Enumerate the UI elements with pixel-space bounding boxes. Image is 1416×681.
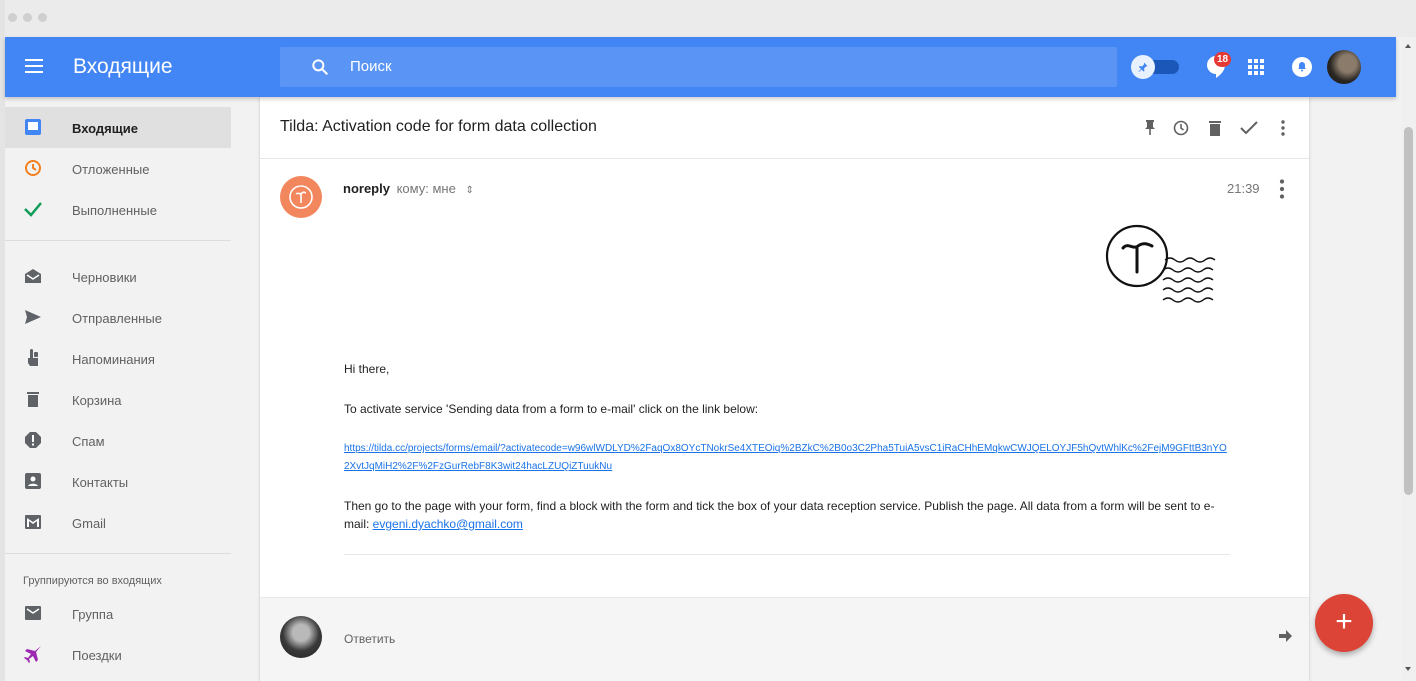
app-bar: Входящие Поиск 18 [5, 37, 1396, 97]
done-icon[interactable] [1239, 118, 1259, 138]
sidebar: Входящие Отложенные Выполненные Черновик… [5, 97, 250, 681]
expand-details-icon[interactable]: ⇕ [465, 185, 473, 196]
pin-toggle[interactable] [1131, 55, 1179, 79]
snooze-icon[interactable] [1171, 118, 1191, 138]
sidebar-divider [5, 553, 231, 554]
pin-icon [1131, 55, 1155, 79]
search-input[interactable]: Поиск [350, 58, 392, 75]
scroll-thumb[interactable] [1404, 127, 1413, 495]
compose-button[interactable]: + [1315, 594, 1373, 652]
window-controls [8, 13, 47, 22]
sender-name[interactable]: noreply [343, 181, 390, 196]
search-icon [312, 59, 328, 75]
email-card: Tilda: Activation code for form data col… [260, 97, 1309, 681]
sender-line: noreply кому: мне ⇕ [343, 181, 474, 196]
sidebar-item-label: Отправленные [72, 311, 162, 326]
app-title: Входящие [73, 55, 173, 78]
group-icon [23, 603, 43, 623]
sidebar-item-label: Черновики [72, 270, 137, 285]
sidebar-item-label: Gmail [72, 516, 106, 531]
check-icon [23, 199, 43, 219]
sidebar-item-snoozed[interactable]: Отложенные [5, 148, 231, 189]
scroll-up-arrow-icon[interactable] [1405, 44, 1411, 48]
sidebar-item-label: Группа [72, 607, 114, 622]
user-avatar[interactable] [1327, 50, 1361, 84]
sidebar-item-inbox[interactable]: Входящие [5, 107, 231, 148]
email-time: 21:39 [1227, 181, 1260, 196]
sidebar-item-trash[interactable]: Корзина [5, 379, 231, 420]
trash-icon[interactable] [1205, 118, 1225, 138]
sidebar-item-label: Спам [72, 434, 105, 449]
sidebar-item-contacts[interactable]: Контакты [5, 461, 231, 502]
email-subject: Tilda: Activation code for form data col… [280, 118, 597, 135]
clock-icon [23, 158, 43, 178]
sidebar-item-spam[interactable]: Спам [5, 420, 231, 461]
sidebar-item-label: Отложенные [72, 162, 150, 177]
email-greeting: Hi there, [344, 362, 390, 376]
more-vert-icon[interactable] [1273, 118, 1293, 138]
forward-arrow-icon[interactable] [1277, 628, 1293, 644]
sidebar-item-done[interactable]: Выполненные [5, 189, 231, 230]
recipient-label: кому: мне [396, 181, 456, 196]
sender-avatar[interactable] [280, 176, 322, 218]
flight-icon [23, 644, 43, 664]
contacts-icon [23, 471, 43, 491]
title-bar [5, 0, 1416, 37]
menu-icon[interactable] [25, 59, 43, 77]
pin-icon[interactable] [1140, 118, 1160, 138]
sidebar-item-label: Напоминания [72, 352, 155, 367]
sidebar-item-trips[interactable]: Поездки [5, 634, 231, 675]
browser-window: Входящие Поиск 18 Входящие Отложенные Вы… [5, 0, 1416, 681]
email-instruction: To activate service 'Sending data from a… [344, 402, 759, 416]
notification-badge: 18 [1214, 52, 1231, 67]
email-closing: Then go to the page with your form, find… [344, 497, 1234, 533]
sidebar-divider [5, 240, 231, 241]
spam-icon [23, 430, 43, 450]
send-icon [23, 307, 43, 327]
activation-link[interactable]: https://tilda.cc/projects/forms/email/?a… [344, 440, 1230, 476]
scrollbar[interactable] [1401, 37, 1416, 681]
sidebar-item-gmail[interactable]: Gmail [5, 502, 231, 543]
sidebar-item-reminders[interactable]: Напоминания [5, 338, 231, 379]
gmail-icon [23, 512, 43, 532]
subject-bar: Tilda: Activation code for form data col… [260, 97, 1309, 159]
trash-icon [23, 389, 43, 409]
reply-bar[interactable]: Ответить [260, 597, 1309, 681]
reply-input[interactable]: Ответить [344, 632, 395, 646]
recipient-email-link[interactable]: evgeni.dyachko@gmail.com [373, 517, 523, 531]
sidebar-item-group[interactable]: Группа [5, 593, 231, 634]
reply-avatar [280, 616, 322, 658]
apps-grid-icon[interactable] [1248, 59, 1264, 75]
sidebar-item-drafts[interactable]: Черновики [5, 256, 231, 297]
sidebar-item-label: Корзина [72, 393, 122, 408]
sidebar-item-label: Выполненные [72, 203, 157, 218]
maximize-window-button[interactable] [38, 13, 47, 22]
sidebar-item-sent[interactable]: Отправленные [5, 297, 231, 338]
account-circle-icon[interactable] [1292, 57, 1312, 77]
sidebar-section-title: Группируются во входящих [23, 575, 162, 587]
close-window-button[interactable] [8, 13, 17, 22]
scroll-down-arrow-icon[interactable] [1405, 667, 1411, 671]
minimize-window-button[interactable] [23, 13, 32, 22]
message-more-icon[interactable] [1276, 179, 1288, 199]
tilda-logo-icon [1105, 224, 1216, 303]
inbox-icon [23, 117, 43, 137]
notifications-button[interactable]: 18 [1203, 52, 1231, 81]
message-divider [344, 554, 1230, 555]
reminder-icon [23, 348, 43, 368]
sidebar-item-label: Контакты [72, 475, 129, 490]
sidebar-item-label: Поездки [72, 648, 122, 663]
drafts-icon [23, 266, 43, 286]
sidebar-item-label: Входящие [72, 121, 138, 136]
search-bar[interactable]: Поиск [280, 47, 1117, 87]
